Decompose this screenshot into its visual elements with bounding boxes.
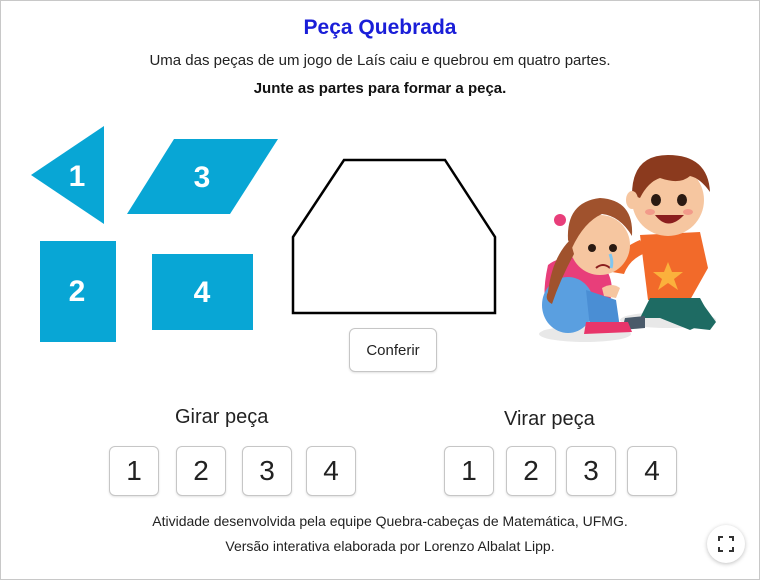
piece-1-label: 1 xyxy=(69,160,86,193)
piece-2[interactable]: 2 xyxy=(40,241,116,342)
rotate-label: Girar peça xyxy=(175,406,269,428)
flip-label: Virar peça xyxy=(504,408,595,430)
rotate-button-2[interactable]: 2 xyxy=(176,446,226,496)
rotate-button-4[interactable]: 4 xyxy=(306,446,356,496)
piece-3[interactable]: 3 xyxy=(127,139,278,214)
fullscreen-button[interactable] xyxy=(707,525,745,563)
children-illustration xyxy=(539,155,716,342)
check-button[interactable]: Conferir xyxy=(349,328,437,372)
flip-button-4[interactable]: 4 xyxy=(627,446,677,496)
rotate-button-3[interactable]: 3 xyxy=(242,446,292,496)
fullscreen-icon xyxy=(718,536,734,552)
piece-3-label: 3 xyxy=(194,161,211,194)
piece-4-label: 4 xyxy=(194,276,211,309)
footer-credit-line-1: Atividade desenvolvida pela equipe Quebr… xyxy=(152,513,628,529)
flip-button-2[interactable]: 2 xyxy=(506,446,556,496)
rotate-button-1[interactable]: 1 xyxy=(109,446,159,496)
piece-2-label: 2 xyxy=(69,275,86,308)
footer-credit-line-2: Versão interativa elaborada por Lorenzo … xyxy=(225,538,555,554)
target-shape-outline xyxy=(291,158,497,315)
flip-button-3[interactable]: 3 xyxy=(566,446,616,496)
flip-button-1[interactable]: 1 xyxy=(444,446,494,496)
piece-4[interactable]: 4 xyxy=(152,254,253,330)
piece-1[interactable]: 1 xyxy=(31,126,104,224)
